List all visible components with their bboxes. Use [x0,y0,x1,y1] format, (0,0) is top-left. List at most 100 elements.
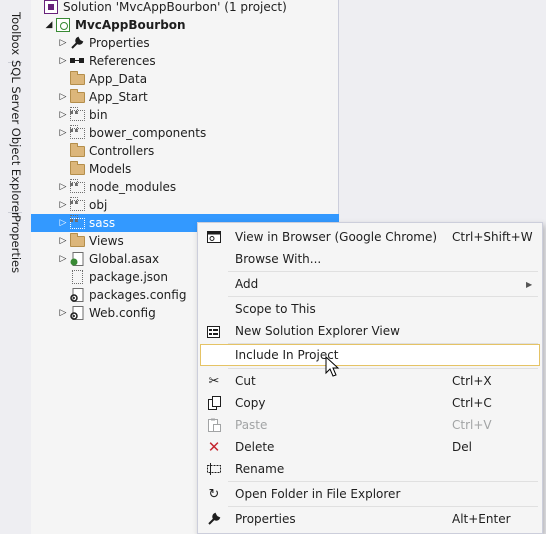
menu-item-view-in-browser[interactable]: View in Browser (Google Chrome) Ctrl+Shi… [200,226,540,248]
collapsed-arrow-icon[interactable]: ▷ [57,106,69,124]
properties-tab-label: Properties [9,214,23,274]
asax-file-icon [69,251,85,267]
menu-item-new-solution-explorer-view[interactable]: New Solution Explorer View [200,320,540,342]
wrench-icon [69,35,85,51]
menu-item-browse-with[interactable]: Browse With... [200,248,540,270]
tree-item-controllers[interactable]: Controllers [31,142,339,160]
menu-item-label: Delete [235,440,275,454]
tree-item-label: Controllers [89,144,155,158]
excluded-folder-icon [69,214,85,231]
collapsed-arrow-icon[interactable]: ▷ [57,232,69,250]
excluded-folder-icon [69,196,85,213]
menu-separator [228,368,538,369]
menu-item-shortcut: Ctrl+Shift+W [452,230,533,244]
submenu-arrow-icon: ▶ [526,279,533,289]
menu-item-delete[interactable]: ✕ Delete Del [200,436,540,458]
tree-item-node-modules[interactable]: ▷ node_modules [31,178,339,196]
tree-item-models[interactable]: Models [31,160,339,178]
tree-item-references[interactable]: ▷ References [31,52,339,70]
collapsed-arrow-icon[interactable]: ▷ [57,250,69,268]
menu-item-label: Paste [235,418,268,432]
excluded-folder-icon [69,178,85,195]
tree-item-label: package.json [89,270,169,284]
config-file-icon [69,305,85,321]
delete-icon: ✕ [207,438,221,456]
menu-item-copy[interactable]: Copy Ctrl+C [200,392,540,414]
tree-item-label: Properties [89,36,150,50]
tree-item-label: obj [89,198,108,212]
sql-server-object-explorer-tab[interactable]: SQL Server Object Explorer [4,60,28,217]
tab-divider [8,212,22,213]
menu-item-label: View in Browser (Google Chrome) [235,230,438,244]
menu-item-shortcut: Del [452,440,472,454]
menu-item-cut[interactable]: ✂ Cut Ctrl+X [200,370,540,392]
references-icon [69,53,85,69]
folder-icon [69,88,85,105]
menu-item-shortcut: Ctrl+C [452,396,492,410]
tree-item-app-data[interactable]: App_Data [31,70,339,88]
menu-item-paste[interactable]: Paste Ctrl+V [200,414,540,436]
tree-item-app-start[interactable]: ▷ App_Start [31,88,339,106]
tree-item-label: App_Start [89,90,148,104]
menu-item-label: Add [235,277,259,291]
menu-separator [228,271,538,272]
tree-item-project[interactable]: ◢ MvcAppBourbon [31,16,339,34]
tree-item-label: Models [89,162,132,176]
collapsed-arrow-icon[interactable]: ▷ [57,124,69,142]
tree-item-properties[interactable]: ▷ Properties [31,34,339,52]
excluded-file-icon [69,269,85,285]
collapsed-arrow-icon[interactable]: ▷ [57,88,69,106]
mouse-pointer-icon [325,356,340,377]
menu-item-properties[interactable]: Properties Alt+Enter [200,508,540,530]
folder-icon [69,142,85,159]
tree-item-bin[interactable]: ▷ bin [31,106,339,124]
solution-icon [43,0,59,15]
tree-item-label: References [89,54,156,68]
tool-window-strip: Toolbox SQL Server Object Explorer Prope… [0,0,31,534]
scissors-icon: ✂ [208,373,220,389]
web-project-icon [55,17,71,33]
menu-item-scope-to-this[interactable]: Scope to This [200,298,540,320]
menu-item-label: New Solution Explorer View [235,324,400,338]
menu-item-add[interactable]: Add ▶ [200,273,540,295]
tree-item-obj[interactable]: ▷ obj [31,196,339,214]
tree-item-solution[interactable]: Solution 'MvcAppBourbon' (1 project) [31,0,339,16]
excluded-folder-icon [69,124,85,141]
context-menu: View in Browser (Google Chrome) Ctrl+Shi… [197,222,543,534]
paste-icon [206,417,222,433]
rename-icon [206,461,222,477]
copy-icon [206,395,222,411]
menu-item-label: Copy [235,396,266,410]
collapsed-arrow-icon[interactable]: ▷ [57,178,69,196]
collapsed-arrow-icon[interactable]: ▷ [57,34,69,52]
collapsed-arrow-icon[interactable]: ▷ [57,214,69,232]
menu-item-rename[interactable]: Rename [200,458,540,480]
project-label: MvcAppBourbon [75,18,186,32]
tree-item-bower-components[interactable]: ▷ bower_components [31,124,339,142]
toolbox-tab[interactable]: Toolbox [4,6,28,62]
collapsed-arrow-icon[interactable]: ▷ [57,304,69,322]
menu-item-shortcut: Ctrl+V [452,418,492,432]
config-file-icon [69,287,85,303]
collapsed-arrow-icon[interactable]: ▷ [57,196,69,214]
menu-item-shortcut: Ctrl+X [452,374,492,388]
sql-server-object-explorer-tab-label: SQL Server Object Explorer [9,59,23,217]
menu-item-label: Scope to This [235,302,316,316]
menu-item-include-in-project[interactable]: Include In Project [200,344,540,366]
wrench-icon [206,511,222,527]
tree-item-label: packages.config [89,288,187,302]
tree-item-label: sass [89,216,116,230]
menu-item-open-folder-in-file-explorer[interactable]: ↻ Open Folder in File Explorer [200,483,540,505]
expanded-arrow-icon[interactable]: ◢ [43,16,55,34]
tree-item-label: Global.asax [89,252,160,266]
tree-item-label: bower_components [89,126,207,140]
menu-item-label: Cut [235,374,256,388]
tree-item-label: Web.config [89,306,156,320]
collapsed-arrow-icon[interactable]: ▷ [57,52,69,70]
folder-icon [69,70,85,87]
tree-item-label: App_Data [89,72,148,86]
menu-separator [228,481,538,482]
menu-separator [228,506,538,507]
properties-tab[interactable]: Properties [4,214,28,274]
menu-item-shortcut: Alt+Enter [452,512,511,526]
